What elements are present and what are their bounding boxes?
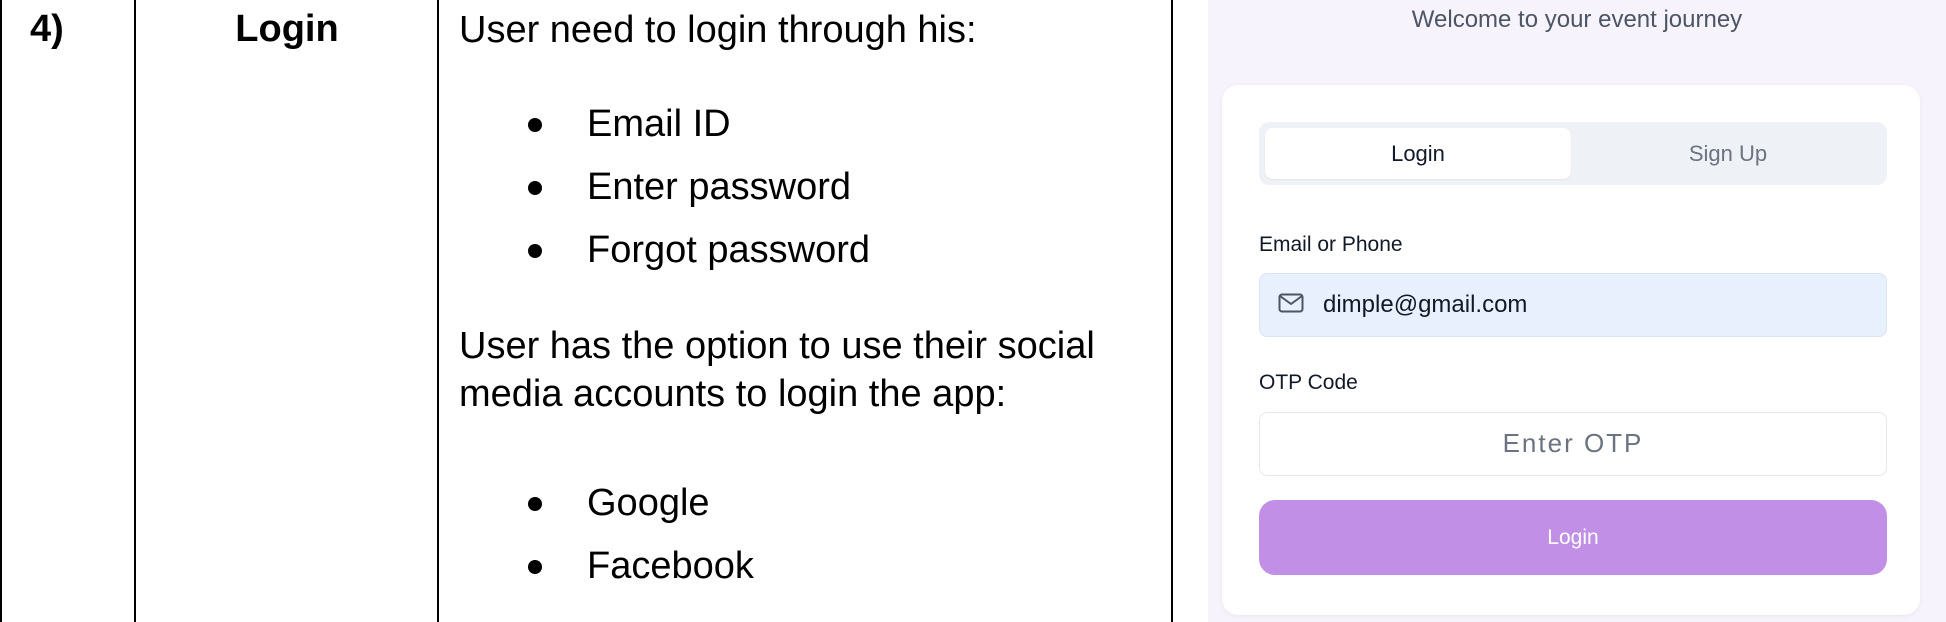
otp-label: OTP Code bbox=[1259, 371, 1358, 394]
list-item: Enter password bbox=[459, 156, 870, 219]
list-item: Forgot password bbox=[459, 219, 870, 282]
bullet bbox=[528, 181, 542, 195]
table-divider-2 bbox=[437, 0, 439, 622]
intro-text: User need to login through his: bbox=[459, 9, 977, 51]
table-border-left bbox=[0, 0, 2, 622]
login-card: Login Sign Up Email or Phone dimple@gmai… bbox=[1222, 85, 1920, 615]
email-value: dimple@gmail.com bbox=[1323, 291, 1528, 318]
social-login-list: Google Facebook bbox=[459, 472, 754, 598]
feature-name: Login bbox=[235, 8, 339, 50]
welcome-text: Welcome to your event journey bbox=[1411, 6, 1743, 33]
bullet bbox=[528, 560, 542, 574]
list-item: Facebook bbox=[459, 535, 754, 598]
list-item: Email ID bbox=[459, 93, 870, 156]
login-screen-screenshot: Welcome to your event journey Login Sign… bbox=[1208, 0, 1946, 622]
table-border-right bbox=[1171, 0, 1173, 622]
auth-tabs: Login Sign Up bbox=[1259, 122, 1887, 185]
list-item: Google bbox=[459, 472, 754, 535]
mail-icon bbox=[1278, 293, 1304, 313]
login-methods-list: Email ID Enter password Forgot password bbox=[459, 93, 870, 282]
login-button[interactable]: Login bbox=[1259, 500, 1887, 575]
bullet bbox=[528, 118, 542, 132]
row-number: 4) bbox=[30, 8, 64, 50]
bullet bbox=[528, 497, 542, 511]
social-text: User has the option to use their social … bbox=[459, 325, 1095, 415]
otp-placeholder: Enter OTP bbox=[1502, 428, 1644, 458]
email-field[interactable]: dimple@gmail.com bbox=[1259, 273, 1887, 337]
bullet bbox=[528, 244, 542, 258]
tab-signup[interactable]: Sign Up bbox=[1575, 128, 1881, 179]
email-label: Email or Phone bbox=[1259, 233, 1403, 256]
table-divider-1 bbox=[134, 0, 136, 622]
otp-input[interactable]: Enter OTP bbox=[1259, 412, 1887, 476]
requirements-table: 4) Login User need to login through his:… bbox=[0, 0, 1175, 622]
tab-login[interactable]: Login bbox=[1265, 128, 1571, 179]
